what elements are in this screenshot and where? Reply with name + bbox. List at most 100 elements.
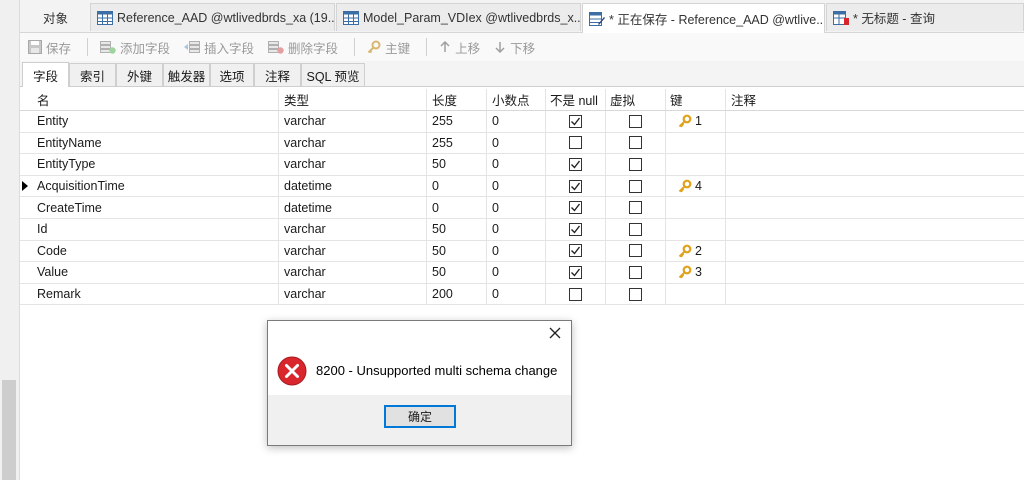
comment-cell[interactable] — [726, 219, 1024, 240]
save-button[interactable]: 保存 — [24, 36, 75, 58]
field-name-cell[interactable]: AcquisitionTime — [32, 175, 279, 197]
not-null-checkbox[interactable] — [569, 265, 582, 279]
virtual-checkbox[interactable] — [629, 201, 642, 215]
tab-reference-aad[interactable]: Reference_AAD @wtlivedbrds_xa (19... — [90, 3, 335, 31]
field-name-cell[interactable]: Id — [32, 218, 279, 240]
not-null-checkbox[interactable] — [569, 222, 582, 236]
ok-button[interactable]: 确定 — [384, 405, 456, 428]
field-length-cell[interactable]: 50 — [427, 262, 487, 283]
field-type-cell[interactable]: varchar — [279, 283, 427, 305]
table-row[interactable]: EntityName varchar 255 0 — [20, 132, 1024, 155]
table-row[interactable]: Code varchar 50 0 2 — [20, 240, 1024, 263]
table-row[interactable]: AcquisitionTime datetime 0 0 4 — [20, 175, 1024, 198]
not-null-checkbox[interactable] — [569, 114, 582, 128]
not-null-checkbox[interactable] — [569, 157, 582, 171]
field-name-cell[interactable]: Remark — [32, 283, 279, 305]
table-row[interactable]: EntityType varchar 50 0 — [20, 154, 1024, 176]
tab-objects[interactable]: 对象 — [20, 3, 89, 31]
not-null-checkbox[interactable] — [569, 136, 582, 150]
insert-field-button[interactable]: 插入字段 — [180, 36, 258, 58]
field-length-cell[interactable]: 255 — [427, 132, 487, 154]
primary-key-button[interactable]: 主键 — [363, 36, 414, 58]
field-decimal-cell[interactable]: 0 — [487, 197, 546, 218]
field-type-cell[interactable]: varchar — [279, 262, 427, 283]
virtual-checkbox[interactable] — [629, 157, 642, 171]
field-type-cell[interactable]: varchar — [279, 240, 427, 262]
field-length-cell[interactable]: 50 — [427, 240, 487, 262]
key-cell[interactable] — [666, 283, 726, 305]
not-null-checkbox[interactable] — [569, 287, 582, 301]
field-type-cell[interactable]: datetime — [279, 197, 427, 218]
virtual-checkbox[interactable] — [629, 244, 642, 258]
header-name[interactable]: 名 — [32, 89, 279, 110]
tab-fields[interactable]: 字段 — [22, 62, 69, 87]
virtual-checkbox[interactable] — [629, 114, 642, 128]
key-cell[interactable] — [666, 197, 726, 218]
not-null-checkbox[interactable] — [569, 179, 582, 193]
field-decimal-cell[interactable]: 0 — [487, 111, 546, 132]
field-length-cell[interactable]: 0 — [427, 175, 487, 197]
field-name-cell[interactable]: Code — [32, 240, 279, 262]
key-cell[interactable] — [666, 132, 726, 154]
key-cell[interactable]: 3 — [666, 262, 726, 283]
field-decimal-cell[interactable]: 0 — [487, 218, 546, 240]
virtual-checkbox[interactable] — [629, 222, 642, 236]
field-decimal-cell[interactable]: 0 — [487, 154, 546, 175]
tab-foreign-keys[interactable]: 外键 — [116, 63, 163, 86]
comment-cell[interactable] — [726, 154, 1024, 175]
tab-untitled-query[interactable]: * 无标题 - 查询 — [826, 3, 1024, 31]
delete-field-button[interactable]: 删除字段 — [264, 36, 342, 58]
comment-cell[interactable] — [726, 197, 1024, 218]
header-decimal[interactable]: 小数点 — [487, 89, 546, 110]
key-cell[interactable]: 4 — [666, 175, 726, 197]
table-row[interactable]: CreateTime datetime 0 0 — [20, 197, 1024, 219]
key-cell[interactable]: 2 — [666, 240, 726, 262]
comment-cell[interactable] — [726, 111, 1024, 132]
key-cell[interactable] — [666, 218, 726, 240]
field-name-cell[interactable]: Value — [32, 262, 279, 283]
comment-cell[interactable] — [726, 284, 1024, 305]
field-length-cell[interactable]: 50 — [427, 154, 487, 175]
virtual-checkbox[interactable] — [629, 136, 642, 150]
tab-model-param[interactable]: Model_Param_VDIex @wtlivedbrds_x... — [336, 3, 581, 31]
tab-sql-preview[interactable]: SQL 预览 — [301, 63, 365, 86]
field-decimal-cell[interactable]: 0 — [487, 262, 546, 283]
header-comment[interactable]: 注释 — [726, 89, 1024, 110]
key-cell[interactable]: 1 — [666, 111, 726, 132]
field-name-cell[interactable]: EntityName — [32, 132, 279, 154]
field-decimal-cell[interactable]: 0 — [487, 240, 546, 262]
key-cell[interactable] — [666, 154, 726, 175]
tab-saving-reference-aad[interactable]: * 正在保存 - Reference_AAD @wtlive... — [582, 3, 825, 33]
add-field-button[interactable]: 添加字段 — [96, 36, 174, 58]
tab-indexes[interactable]: 索引 — [69, 63, 116, 86]
field-length-cell[interactable]: 200 — [427, 283, 487, 305]
comment-cell[interactable] — [726, 176, 1024, 197]
not-null-checkbox[interactable] — [569, 201, 582, 215]
header-not-null[interactable]: 不是 null — [546, 89, 606, 110]
field-type-cell[interactable]: varchar — [279, 218, 427, 240]
tab-comment[interactable]: 注释 — [254, 63, 301, 86]
table-row[interactable]: Value varchar 50 0 3 — [20, 262, 1024, 284]
virtual-checkbox[interactable] — [629, 179, 642, 193]
left-scrollbar-thumb[interactable] — [2, 380, 16, 480]
header-type[interactable]: 类型 — [279, 89, 427, 110]
close-icon[interactable] — [547, 325, 563, 341]
header-virtual[interactable]: 虚拟 — [606, 89, 666, 110]
field-decimal-cell[interactable]: 0 — [487, 175, 546, 197]
comment-cell[interactable] — [726, 262, 1024, 283]
field-type-cell[interactable]: datetime — [279, 175, 427, 197]
field-name-cell[interactable]: EntityType — [32, 154, 279, 175]
header-length[interactable]: 长度 — [427, 89, 487, 110]
not-null-checkbox[interactable] — [569, 244, 582, 258]
field-decimal-cell[interactable]: 0 — [487, 283, 546, 305]
comment-cell[interactable] — [726, 241, 1024, 262]
field-type-cell[interactable]: varchar — [279, 132, 427, 154]
field-decimal-cell[interactable]: 0 — [487, 132, 546, 154]
field-length-cell[interactable]: 0 — [427, 197, 487, 218]
tab-options[interactable]: 选项 — [210, 63, 254, 86]
table-row[interactable]: Id varchar 50 0 — [20, 218, 1024, 241]
field-type-cell[interactable]: varchar — [279, 111, 427, 132]
field-length-cell[interactable]: 255 — [427, 111, 487, 132]
virtual-checkbox[interactable] — [629, 287, 642, 301]
field-name-cell[interactable]: Entity — [32, 111, 279, 132]
